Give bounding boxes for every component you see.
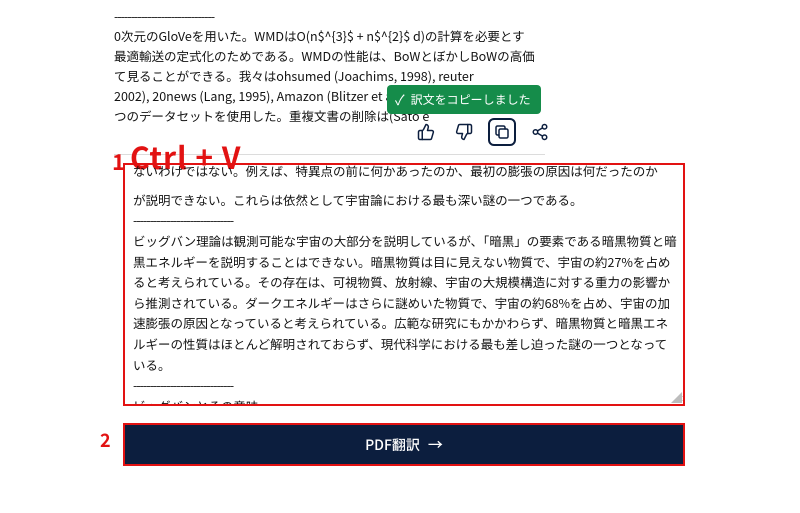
thumbs-up-button[interactable] — [412, 118, 440, 146]
text-paragraph: ビッグバン理論は観測可能な宇宙の大部分を説明しているが、「暗黒」の要素である暗黒… — [133, 231, 677, 375]
share-icon — [531, 123, 549, 141]
text-line: が説明できない。これらは依然として宇宙論における最も深い謎の一つである。 — [133, 190, 677, 211]
copy-success-toast: ✓ 訳文をコピーしました — [387, 85, 541, 114]
thumbs-down-icon — [455, 123, 473, 141]
paste-textarea[interactable]: ないわけではない。例えば、特異点の前に何かあったのか、最初の膨張の原因は何だった… — [125, 165, 683, 404]
pdf-translate-highlight: PDF翻訳 → — [123, 423, 685, 466]
copy-button[interactable] — [488, 118, 516, 146]
pdf-button-label: PDF翻訳 — [365, 435, 420, 455]
pdf-translate-button[interactable]: PDF翻訳 → — [125, 425, 683, 464]
share-button[interactable] — [526, 118, 554, 146]
thumbs-down-button[interactable] — [450, 118, 478, 146]
separator-line: ------------------------------ — [114, 6, 544, 26]
copy-icon — [493, 123, 511, 141]
text-line: 0次元のGloVeを用いた。WMDはO(n$^{3}$ + n$^{2}$ d)… — [114, 26, 544, 46]
annotation-step-2: 2 — [100, 427, 111, 453]
resize-handle-icon[interactable] — [671, 392, 682, 403]
separator-line: ------------------------------ — [133, 210, 677, 231]
text-line: て見ることができる。我々はohsumed (Joachims, 1998), r… — [114, 66, 544, 86]
thumbs-up-icon — [417, 123, 435, 141]
text-heading: ビッグバンとその意味 — [133, 396, 677, 404]
copy-toast-text: 訳文をコピーしました — [411, 91, 531, 108]
arrow-right-icon: → — [428, 434, 443, 455]
action-icon-bar — [412, 118, 554, 146]
text-line: 最適輸送の定式化のためである。WMDの性能は、BoWとぼかしBoWの高価 — [114, 46, 544, 66]
separator-line: ------------------------------ — [133, 375, 677, 396]
text-line: ないわけではない。例えば、特異点の前に何かあったのか、最初の膨張の原因は何だった… — [133, 165, 677, 182]
paste-textarea-highlight: ないわけではない。例えば、特異点の前に何かあったのか、最初の膨張の原因は何だった… — [123, 163, 685, 406]
check-icon: ✓ — [395, 93, 405, 107]
